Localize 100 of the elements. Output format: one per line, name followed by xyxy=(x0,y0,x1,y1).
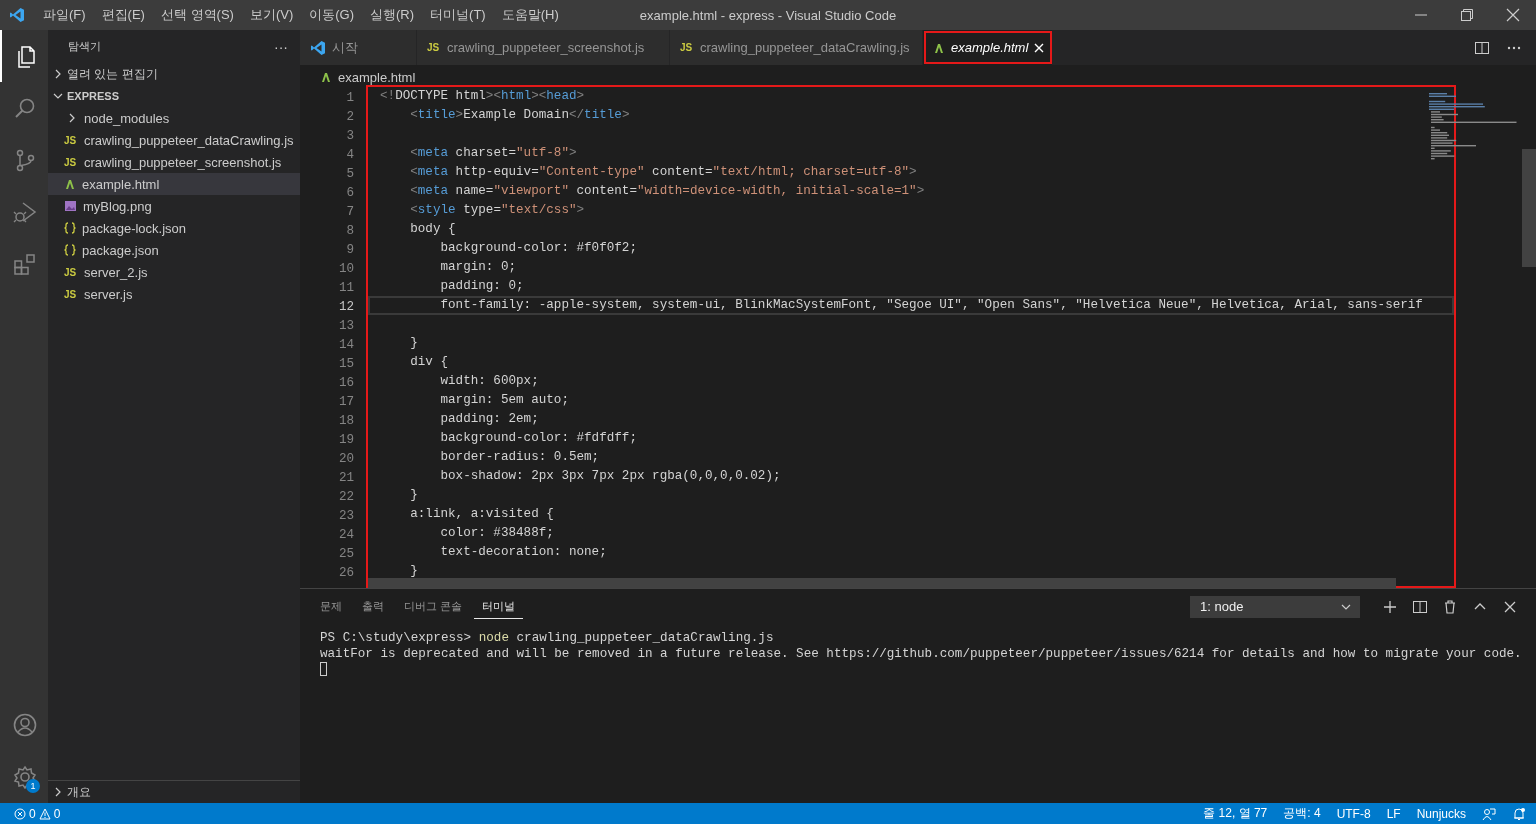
section-header[interactable]: 열려 있는 편집기 xyxy=(48,63,300,85)
line-number: 20 xyxy=(337,451,354,468)
panel-tab[interactable]: 디버그 콘솔 xyxy=(396,594,471,619)
line-number: 2 xyxy=(345,109,354,126)
sidebar-title: 탐색기 xyxy=(68,39,101,54)
editor-tab[interactable]: example.html xyxy=(923,30,1054,65)
code-line: text-decoration: none; xyxy=(439,544,608,561)
panel-tab[interactable]: 출력 xyxy=(354,594,392,619)
terminal-dropdown[interactable]: 1: node xyxy=(1190,595,1360,618)
menu-item[interactable]: 편집(E) xyxy=(93,0,153,30)
editor-tab[interactable]: JS crawling_puppeteer_screenshot.js xyxy=(417,30,670,65)
code-line: body { xyxy=(409,221,457,238)
status-item[interactable]: 줄 12, 열 77 xyxy=(1203,805,1268,822)
code-line: border-radius: 0.5em; xyxy=(439,449,601,466)
problems-indicator[interactable]: 0 0 xyxy=(14,806,61,821)
menu-item[interactable]: 도움말(H) xyxy=(493,0,567,30)
vscode-logo-icon xyxy=(9,7,25,23)
code-line: <meta http-equiv="Content-type" content="text/html; charset=utf-8"> xyxy=(409,164,918,181)
code-line: box-shadow: 2px 3px 7px 2px rgba(0,0,0,0.02); xyxy=(439,468,782,485)
line-number: 13 xyxy=(337,318,354,335)
js-file-icon: JS xyxy=(680,42,694,53)
js-file-icon: JS xyxy=(64,288,78,300)
code-line: background-color: #fdfdff; xyxy=(439,430,638,447)
code-line: a:link, a:visited { xyxy=(409,506,555,523)
panel-tab[interactable]: 문제 xyxy=(312,594,350,619)
feedback-icon[interactable] xyxy=(1482,806,1496,821)
file-item[interactable]: myBlog.png xyxy=(48,195,300,217)
code-line: font-family: -apple-system, system-ui, BlinkMacSystemFont, "Segoe UI", "Open Sans", "Helvetica Neue", Helvetica, Arial, sans-serif xyxy=(368,296,1454,315)
trash-icon[interactable] xyxy=(1442,598,1458,615)
menu-item[interactable]: 선택 영역(S) xyxy=(152,0,242,30)
settings-icon xyxy=(13,765,37,789)
status-item[interactable]: UTF-8 xyxy=(1336,806,1371,821)
close-icon[interactable] xyxy=(1506,8,1520,22)
breadcrumb-item[interactable]: example.html xyxy=(338,69,416,85)
code-line: } xyxy=(409,563,419,580)
line-number: 26 xyxy=(337,565,354,582)
code-line: <meta name="viewport" content="width=device-width, initial-scale=1"> xyxy=(409,183,926,200)
code-line: } xyxy=(409,487,419,504)
js-file-icon: JS xyxy=(64,266,78,278)
menu-item[interactable]: 이동(G) xyxy=(301,0,363,30)
file-item[interactable]: JS crawling_puppeteer_dataCrawling.js xyxy=(48,129,300,151)
code-line: margin: 5em auto; xyxy=(439,392,570,409)
scrollbar-thumb[interactable] xyxy=(1522,149,1536,267)
window-title: example.html - express - Visual Studio Code xyxy=(639,7,897,23)
warning-icon xyxy=(38,807,51,820)
editor-tab[interactable]: JS crawling_puppeteer_dataCrawling.js xyxy=(670,30,923,65)
file-item[interactable]: JS crawling_puppeteer_screenshot.js xyxy=(48,151,300,173)
file-item[interactable]: package-lock.json xyxy=(48,217,300,239)
js-file-icon: JS xyxy=(427,42,441,53)
count-badge: 1 xyxy=(26,779,40,793)
line-number: 15 xyxy=(337,356,354,373)
file-item[interactable]: JS server_2.js xyxy=(48,261,300,283)
menu-item[interactable]: 실행(R) xyxy=(362,0,423,30)
line-number: 4 xyxy=(345,147,354,164)
code-line: div { xyxy=(409,354,450,371)
status-item[interactable]: Nunjucks xyxy=(1416,806,1466,821)
line-number: 14 xyxy=(337,337,354,354)
code-line: margin: 0; xyxy=(439,259,518,276)
section-header[interactable]: EXPRESS xyxy=(48,85,300,107)
file-item[interactable]: package.json xyxy=(48,239,300,261)
html-file-icon xyxy=(933,41,945,54)
plus-icon[interactable] xyxy=(1382,598,1398,615)
split-editor-icon[interactable] xyxy=(1474,39,1490,56)
menu-item[interactable]: 보기(V) xyxy=(241,0,302,30)
file-item[interactable]: JS server.js xyxy=(48,283,300,305)
folder-item[interactable]: node_modules xyxy=(48,107,300,129)
panel-tab[interactable]: 터미널 xyxy=(474,594,524,619)
status-item[interactable]: 공백: 4 xyxy=(1283,805,1321,822)
menu-item[interactable]: 터미널(T) xyxy=(422,0,494,30)
image-file-icon xyxy=(64,200,77,212)
editor-tab[interactable]: 시작 xyxy=(300,30,417,65)
code-line: <!DOCTYPE html><html><head> xyxy=(379,88,586,105)
line-number: 11 xyxy=(337,280,354,297)
activity-tab[interactable]: 1 xyxy=(0,751,48,803)
more-button[interactable]: ··· xyxy=(274,38,288,55)
line-number: 25 xyxy=(337,546,354,563)
restore-icon[interactable] xyxy=(1460,8,1474,22)
line-number: 1 xyxy=(345,90,354,107)
line-number: 3 xyxy=(345,128,354,145)
json-file-icon xyxy=(64,244,76,256)
split-icon[interactable] xyxy=(1412,598,1428,615)
js-file-icon: JS xyxy=(64,134,78,146)
line-number: 5 xyxy=(345,166,354,183)
bell-icon[interactable] xyxy=(1512,806,1526,821)
code-line: <style type="text/css"> xyxy=(409,202,586,219)
line-number: 9 xyxy=(345,242,354,259)
search-icon xyxy=(13,96,37,120)
line-number: 17 xyxy=(337,394,354,411)
scrollbar-thumb[interactable] xyxy=(368,578,1396,588)
status-item[interactable]: LF xyxy=(1386,806,1401,821)
html-file-icon xyxy=(320,71,332,83)
line-number: 10 xyxy=(337,261,354,278)
extensions-icon xyxy=(13,252,37,276)
code-line: color: #38488f; xyxy=(439,525,555,542)
html-file-icon xyxy=(64,178,76,190)
file-item[interactable]: example.html xyxy=(48,173,300,195)
line-number: 18 xyxy=(337,413,354,430)
line-number: 7 xyxy=(345,204,354,221)
menu-item[interactable]: 파일(F) xyxy=(35,0,94,30)
terminal-cursor xyxy=(320,662,327,676)
